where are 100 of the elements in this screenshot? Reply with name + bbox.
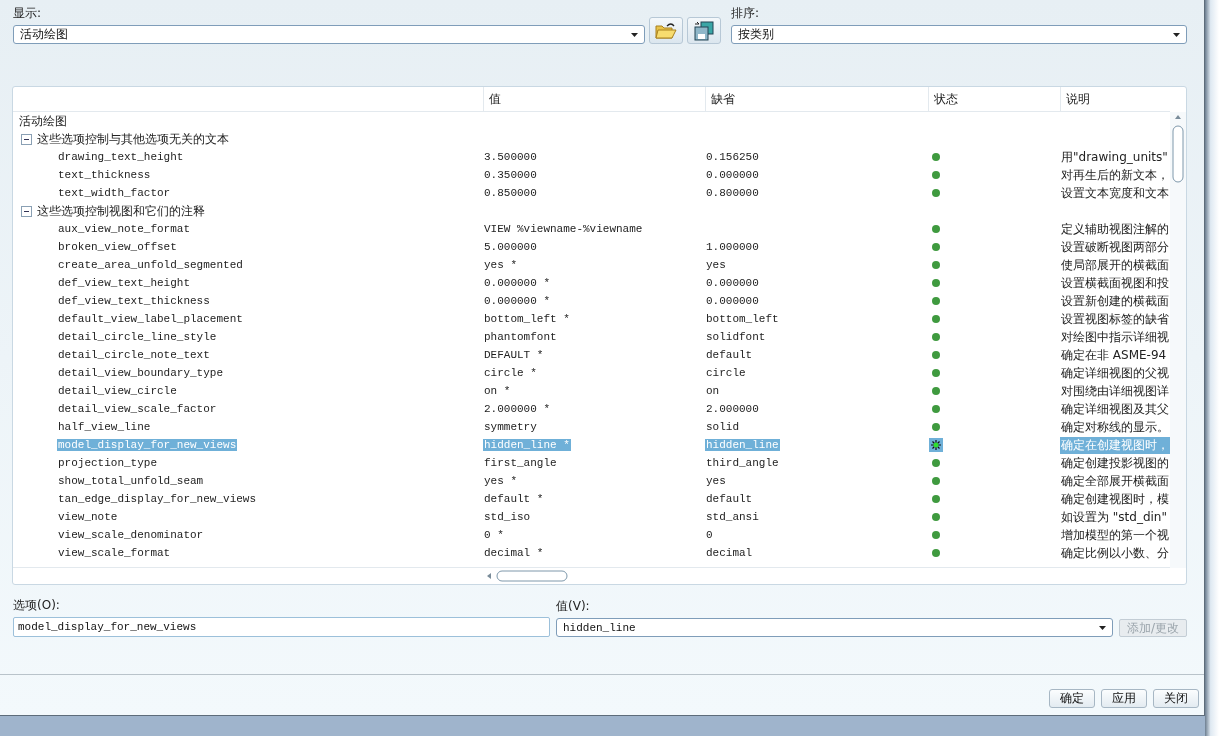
option-value: hidden_line *	[483, 439, 571, 451]
option-description: 定义辅助视图注解的	[1060, 220, 1170, 238]
option-default: hidden_line	[705, 439, 780, 451]
option-label: 选项(O):	[13, 597, 61, 614]
dialog-button[interactable]: 确定	[1049, 689, 1095, 708]
option-default: third_angle	[705, 457, 780, 469]
value-label: 值(V):	[556, 598, 591, 615]
option-name[interactable]: text_width_factor	[57, 187, 172, 199]
option-default: 0.000000	[705, 295, 760, 307]
column-header[interactable]: 缺省	[711, 90, 735, 108]
option-description: 确定比例以小数、分	[1060, 544, 1170, 562]
option-name[interactable]: text_thickness	[57, 169, 152, 181]
option-description: 使局部展开的横截面	[1060, 256, 1170, 274]
option-name[interactable]: detail_circle_note_text	[57, 349, 211, 361]
status-dot	[932, 225, 940, 233]
dropdown-caret-icon	[1173, 32, 1180, 37]
option-name[interactable]: detail_view_boundary_type	[57, 367, 225, 379]
option-value: 0.000000 *	[483, 295, 551, 307]
option-value: std_iso	[483, 511, 532, 523]
status-dot	[932, 531, 940, 539]
display-dropdown[interactable]: 活动绘图	[13, 25, 645, 44]
dialog-button[interactable]: 应用	[1101, 689, 1147, 708]
option-name[interactable]: tan_edge_display_for_new_views	[57, 493, 258, 505]
option-description: 确定详细视图及其父	[1060, 400, 1170, 418]
tree-root-label[interactable]: 活动绘图	[18, 112, 68, 130]
option-value: default *	[483, 493, 545, 505]
status-dot	[932, 171, 940, 179]
status-dot	[932, 261, 940, 269]
save-button[interactable]	[687, 17, 721, 44]
option-value: 0.000000 *	[483, 277, 551, 289]
option-name[interactable]: view_scale_format	[57, 547, 172, 559]
value-dropdown[interactable]: hidden_line	[556, 618, 1113, 637]
status-dot	[932, 369, 940, 377]
option-name[interactable]: def_view_text_height	[57, 277, 192, 289]
option-name[interactable]: drawing_text_height	[57, 151, 185, 163]
dialog-button[interactable]: 关闭	[1153, 689, 1199, 708]
option-value: 0.350000	[483, 169, 538, 181]
option-description: 确定创建投影视图的	[1060, 454, 1170, 472]
option-name[interactable]: def_view_text_thickness	[57, 295, 211, 307]
status-dot	[932, 297, 940, 305]
option-value: yes *	[483, 259, 518, 271]
option-value: phantomfont	[483, 331, 558, 343]
option-name[interactable]: half_view_line	[57, 421, 152, 433]
option-value: 3.500000	[483, 151, 538, 163]
floppy-disk-icon	[693, 20, 715, 41]
option-description: 确定创建视图时，模	[1060, 490, 1170, 508]
option-description: 确定在非 ASME-94	[1060, 346, 1168, 364]
option-default: 0.156250	[705, 151, 760, 163]
option-default: circle	[705, 367, 747, 379]
option-name[interactable]: create_area_unfold_segmented	[57, 259, 244, 271]
option-value: decimal *	[483, 547, 545, 559]
option-name[interactable]: detail_view_circle	[57, 385, 178, 397]
option-default: 2.000000	[705, 403, 760, 415]
folder-icon	[655, 21, 677, 40]
option-default: default	[705, 349, 754, 361]
option-name[interactable]: view_note	[57, 511, 119, 523]
option-default: 1.000000	[705, 241, 760, 253]
option-input[interactable]: model_display_for_new_views	[13, 617, 550, 637]
status-dot	[932, 405, 940, 413]
option-description: 确定在创建视图时，	[1060, 436, 1170, 454]
option-name[interactable]: default_view_label_placement	[57, 313, 244, 325]
collapse-icon[interactable]	[21, 205, 32, 217]
option-description: 对再生后的新文本，	[1060, 166, 1170, 184]
open-folder-button[interactable]	[649, 17, 683, 44]
sort-dropdown[interactable]: 按类别	[731, 25, 1187, 44]
option-name[interactable]: projection_type	[57, 457, 159, 469]
status-dot	[932, 459, 940, 467]
option-name[interactable]: show_total_unfold_seam	[57, 475, 205, 487]
status-dot	[932, 153, 940, 161]
option-description: 确定对称线的显示。	[1060, 418, 1170, 436]
tree-group-label[interactable]: 这些选项控制视图和它们的注释	[36, 202, 206, 220]
status-dot	[932, 513, 940, 521]
option-name[interactable]: detail_circle_line_style	[57, 331, 218, 343]
status-dot	[932, 351, 940, 359]
option-description: 确定全部展开横截面	[1060, 472, 1170, 490]
option-default: bottom_left	[705, 313, 780, 325]
option-name[interactable]: detail_view_scale_factor	[57, 403, 218, 415]
column-header[interactable]: 说明	[1066, 90, 1090, 108]
option-description: 确定详细视图的父视	[1060, 364, 1170, 382]
tree-group-label[interactable]: 这些选项控制与其他选项无关的文本	[36, 130, 230, 148]
option-name[interactable]: broken_view_offset	[57, 241, 178, 253]
option-value: DEFAULT *	[483, 349, 545, 361]
sort-label: 排序:	[731, 5, 761, 22]
option-description: 如设置为 "std_din"	[1060, 508, 1168, 526]
status-dot	[932, 387, 940, 395]
status-dot	[932, 243, 940, 251]
option-description: 用"drawing_units"	[1060, 148, 1169, 166]
option-value: 0 *	[483, 529, 505, 541]
option-description: 设置横截面视图和投	[1060, 274, 1170, 292]
display-label: 显示:	[13, 5, 43, 22]
collapse-icon[interactable]	[21, 133, 32, 145]
option-default: on	[705, 385, 721, 397]
option-default: 0.000000	[705, 169, 760, 181]
column-header[interactable]: 值	[489, 90, 501, 108]
status-dot	[932, 423, 940, 431]
option-default: decimal	[705, 547, 754, 559]
column-header[interactable]: 状态	[934, 90, 958, 108]
option-name[interactable]: view_scale_denominator	[57, 529, 205, 541]
option-name[interactable]: aux_view_note_format	[57, 223, 192, 235]
dropdown-caret-icon	[1099, 625, 1106, 630]
